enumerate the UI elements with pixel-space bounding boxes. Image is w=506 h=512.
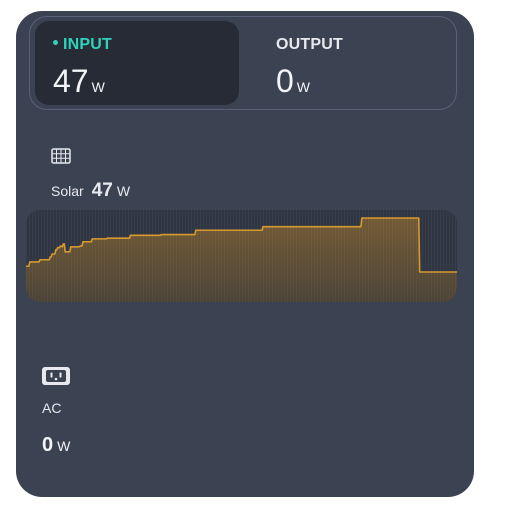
solar-label: Solar: [51, 183, 84, 199]
tab-input-title: INPUT: [53, 36, 112, 54]
input-power-readout: 47 W: [53, 63, 105, 100]
ac-label: AC: [42, 400, 62, 416]
output-power-readout: 0W: [276, 63, 310, 100]
tab-input[interactable]: INPUT 47 W: [35, 21, 239, 105]
solar-power-line: Solar 47 W: [51, 180, 130, 202]
chart-texture: [26, 210, 457, 302]
tab-output[interactable]: OUTPUT 0W: [260, 21, 450, 105]
input-output-tabs: INPUT 47 W OUTPUT 0W: [29, 16, 457, 110]
input-power-unit: W: [91, 79, 105, 95]
input-power-value: 47: [53, 63, 89, 99]
solar-panel-icon: [51, 148, 71, 164]
output-power-unit: W: [296, 79, 311, 95]
ac-power-value: 0: [42, 434, 54, 456]
tab-output-label: OUTPUT: [276, 36, 343, 53]
ac-power-unit: W: [57, 438, 71, 454]
ac-power-readout: 0W: [42, 434, 70, 457]
solar-trend-chart: [26, 210, 457, 302]
output-power-value: 0: [276, 63, 294, 99]
ac-outlet-icon: [42, 367, 70, 385]
active-dot-icon: [53, 40, 58, 46]
solar-power-unit: W: [116, 183, 131, 199]
tab-input-label: INPUT: [63, 36, 112, 53]
power-flow-card: INPUT 47 W OUTPUT 0W Solar 47 W AC 0 W: [16, 11, 474, 497]
solar-power-value: 47: [91, 180, 113, 201]
